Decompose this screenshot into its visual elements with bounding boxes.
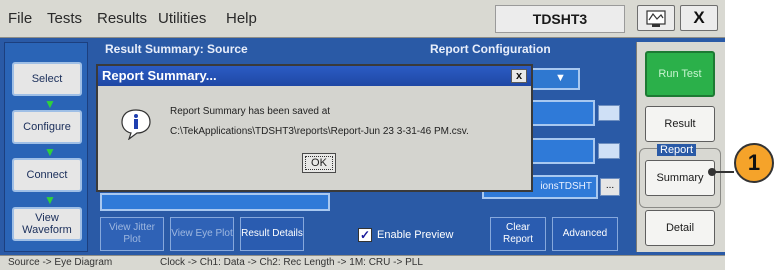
view-eye-plot-button[interactable]: View Eye Plot	[170, 217, 234, 251]
menu-file[interactable]: File	[8, 10, 32, 27]
detail-button[interactable]: Detail	[645, 210, 715, 246]
model-label: TDSHT3	[495, 5, 625, 33]
info-icon	[121, 109, 151, 140]
down-arrow-icon: ▼	[44, 97, 56, 111]
result-summary-area	[100, 193, 330, 211]
callout-line	[712, 171, 734, 173]
application-window: File Tests Results Utilities Help TDSHT3…	[0, 0, 725, 270]
callout-number: 1	[734, 143, 774, 183]
scope-view-icon	[646, 10, 666, 27]
select-button[interactable]: Select	[12, 62, 82, 96]
result-button[interactable]: Result	[645, 106, 715, 142]
checkmark-icon: ✓	[358, 228, 372, 242]
result-details-button[interactable]: Result Details	[240, 217, 304, 251]
status-settings: Clock -> Ch1: Data -> Ch2: Rec Length ->…	[160, 257, 423, 268]
run-test-button[interactable]: Run Test	[645, 51, 715, 97]
close-app-button[interactable]: X	[680, 5, 718, 31]
menu-tests[interactable]: Tests	[47, 10, 82, 27]
view-waveform-button[interactable]: View Waveform	[12, 207, 82, 241]
report-group-label: Report	[657, 144, 697, 156]
configure-button[interactable]: Configure	[12, 110, 82, 144]
clear-report-button[interactable]: Clear Report	[490, 217, 546, 251]
connect-button[interactable]: Connect	[12, 158, 82, 192]
chevron-down-icon: ▼	[555, 72, 566, 84]
list-icon[interactable]	[598, 143, 620, 159]
report-field-2[interactable]	[525, 138, 595, 164]
summary-button[interactable]: Summary	[645, 160, 715, 196]
ok-button[interactable]: OK	[302, 153, 336, 173]
browse-button[interactable]: ...	[600, 178, 620, 196]
advanced-button[interactable]: Advanced	[552, 217, 618, 251]
enable-preview-checkbox[interactable]: ✓ Enable Preview	[358, 228, 453, 242]
enable-preview-label: Enable Preview	[377, 229, 454, 241]
dialog-close-button[interactable]: x	[511, 69, 527, 83]
menu-results[interactable]: Results	[97, 10, 147, 27]
dialog-message-line1: Report Summary has been saved at	[170, 106, 331, 117]
view-jitter-plot-button[interactable]: View Jitter Plot	[100, 217, 164, 251]
report-summary-dialog: Report Summary... x Report Summary has b…	[96, 64, 533, 192]
dialog-message-line2: C:\TekApplications\TDSHT3\reports\Report…	[170, 126, 469, 137]
menu-utilities[interactable]: Utilities	[158, 10, 206, 27]
report-field-1[interactable]	[525, 100, 595, 126]
menu-help[interactable]: Help	[226, 10, 257, 27]
menu-bar: File Tests Results Utilities Help TDSHT3…	[0, 0, 725, 38]
scope-view-button[interactable]	[637, 5, 675, 31]
dialog-title: Report Summary...	[98, 66, 531, 86]
report-configuration-title: Report Configuration	[430, 42, 551, 56]
status-source: Source -> Eye Diagram	[8, 257, 113, 268]
list-icon[interactable]	[598, 105, 620, 121]
status-bar: Source -> Eye Diagram Clock -> Ch1: Data…	[0, 255, 725, 270]
down-arrow-icon: ▼	[44, 145, 56, 159]
down-arrow-icon: ▼	[44, 193, 56, 207]
result-summary-title: Result Summary: Source	[105, 42, 248, 56]
